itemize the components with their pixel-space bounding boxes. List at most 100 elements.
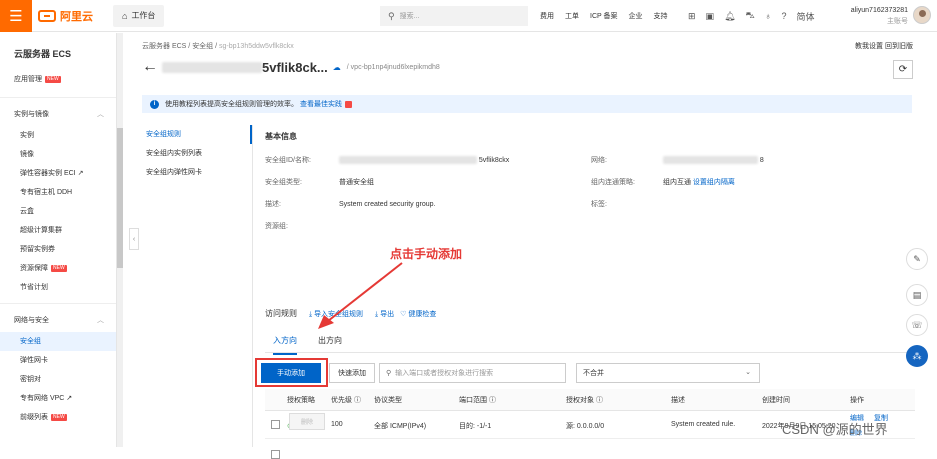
tag-field: 标签: <box>591 201 607 208</box>
help-icon[interactable]: ⓘ <box>596 397 603 404</box>
help-icon[interactable]: ? <box>782 11 787 21</box>
import-rules-button[interactable]: ⤓ 导入安全组规则 <box>309 309 363 319</box>
workbench-button[interactable]: ⌂ 工作台 <box>113 4 165 27</box>
sidebar-item-eci[interactable]: 弹性容器实例 ECI ↗ <box>0 164 116 183</box>
lang-switch[interactable]: 简体 <box>797 10 815 23</box>
sidebar-item-prefix[interactable]: 前缀列表 NEW <box>0 408 116 427</box>
bulk-delete-button[interactable]: 删除 <box>289 413 325 430</box>
sidebar-item-keypair[interactable]: 密钥对 <box>0 370 116 389</box>
bell-icon[interactable]: 🔔︎ <box>724 11 735 22</box>
sidebar-item-app-mgmt[interactable]: 应用管理 NEW <box>0 69 116 91</box>
page-title: 5vflik8ck... ☁ / vpc-bp1np4jnud6lxepikmd… <box>162 60 440 75</box>
redacted-text <box>162 62 262 73</box>
bulb-icon[interactable]: ♁ <box>765 11 772 21</box>
sidebar-item-cloudbox[interactable]: 云盒 <box>0 202 116 221</box>
external-link-icon: ↗ <box>77 170 84 177</box>
refresh-button[interactable]: ⟳ <box>893 60 913 79</box>
col-source: 授权对象 ⓘ <box>566 397 603 404</box>
main-content: 云服务器 ECS / 安全组 / sg-bp13h5ddw5vflk8ckx 教… <box>130 33 927 459</box>
breadcrumb-sg[interactable]: 安全组 <box>192 43 213 50</box>
book-icon[interactable]: ▤ <box>906 284 928 306</box>
col-policy: 授权策略 <box>287 397 315 404</box>
menu-icon[interactable]: ☰ <box>0 0 32 32</box>
top-icons: ⊞ ▣ 🔔︎ ⛍ ♁ ? 简体 <box>688 0 825 32</box>
col-port: 端口范围 ⓘ <box>459 397 496 404</box>
section-basic-info: 基本信息 <box>265 132 297 141</box>
tab-rules[interactable]: 安全组规则 <box>142 125 252 144</box>
detail-nav: 安全组规则 安全组内实例列表 安全组内弹性网卡 <box>142 125 252 182</box>
new-badge: NEW <box>45 75 61 83</box>
terminal-icon[interactable]: ▣ <box>706 11 715 22</box>
user-info[interactable]: aliyun7162373281 主账号 <box>846 5 908 27</box>
info-icon: i <box>150 99 159 109</box>
rule-search-input[interactable]: ⚲ 输入端口或者授权对象进行搜索 <box>379 363 566 383</box>
redacted-text <box>662 156 758 165</box>
watermark: CSDN @源的世界 <box>782 422 888 437</box>
access-rules-header: 访问规则 ⤓ 导入安全组规则 ⤓ 导出 ♡ 健康检查 <box>265 309 437 319</box>
sidebar-item-eni[interactable]: 弹性网卡 <box>0 351 116 370</box>
merge-select[interactable]: 不合并 ⌄ <box>576 363 760 383</box>
nav-fees[interactable]: 费用 <box>540 11 554 21</box>
sidebar-item-capacity[interactable]: 资源保障 NEW <box>0 259 116 278</box>
tab-instances[interactable]: 安全组内实例列表 <box>142 144 252 163</box>
quick-add-button[interactable]: 快速添加 <box>329 363 375 383</box>
health-check-button[interactable]: ♡ 健康检查 <box>400 309 436 319</box>
avatar[interactable] <box>913 6 931 24</box>
vpc-id: / vpc-bp1np4jnud6lxepikmdh8 <box>346 64 440 71</box>
sidebar-item-ri[interactable]: 预留实例券 <box>0 240 116 259</box>
help-icon[interactable]: ⓘ <box>489 397 496 404</box>
help-links[interactable]: 教我设置 回到旧版 <box>855 41 913 51</box>
nav-support[interactable]: 支持 <box>654 11 668 21</box>
new-badge: NEW <box>51 413 67 421</box>
sidebar-item-savings[interactable]: 节省计划 <box>0 278 116 297</box>
external-link-icon: ↗ <box>66 395 73 402</box>
rg-field: 资源组: <box>265 223 288 230</box>
cart-icon[interactable]: ⛍ <box>746 10 755 22</box>
cloud-icon: ☁ <box>332 63 341 72</box>
set-isolation-link[interactable]: 设置组内隔离 <box>693 179 735 186</box>
breadcrumb-current: sg-bp13h5ddw5vflk8ckx <box>219 43 294 50</box>
col-desc: 描述 <box>671 397 685 404</box>
annotation-text: 点击手动添加 <box>390 247 463 261</box>
redacted-text <box>338 156 477 165</box>
export-button[interactable]: ⤓ 导出 <box>375 309 394 319</box>
edit-icon[interactable]: ✎ <box>906 248 928 270</box>
search-icon: ⚲ <box>388 10 395 21</box>
sidebar: 云服务器 ECS 应用管理 NEW 实例与镜像 ︿ 实例 镜像 弹性容器实例 ECI… <box>0 33 117 447</box>
sidebar-item-images[interactable]: 镜像 <box>0 145 116 164</box>
sidebar-group-network[interactable]: 网络与安全 ︿ <box>0 310 116 332</box>
best-practice-link[interactable]: 查看最佳实践 <box>300 99 342 109</box>
sidebar-item-security-group[interactable]: 安全组 <box>0 332 116 351</box>
sidebar-item-vpc[interactable]: 专有网络 VPC ↗ <box>0 389 116 408</box>
scrollbar-thumb[interactable] <box>117 128 123 268</box>
sidebar-item-scc[interactable]: 超级计算集群 <box>0 221 116 240</box>
chat-icon[interactable]: ☏ <box>906 314 928 336</box>
select-all-checkbox[interactable] <box>271 450 280 459</box>
nav-tickets[interactable]: 工单 <box>565 11 579 21</box>
new-badge: NEW <box>51 264 67 272</box>
help-icon[interactable]: ⓘ <box>354 397 361 404</box>
apps-icon[interactable]: ⁂ <box>906 345 928 367</box>
grid-icon[interactable]: ⊞ <box>688 11 696 22</box>
sidebar-item-instances[interactable]: 实例 <box>0 126 116 145</box>
table-header: 授权策略 优先级 ⓘ 协议类型 端口范围 ⓘ 授权对象 ⓘ 描述 创建时间 操作 <box>265 389 915 411</box>
sidebar-item-ddh[interactable]: 专有宿主机 DDH <box>0 183 116 202</box>
tab-outbound[interactable]: 出方向 <box>318 335 342 346</box>
tab-inbound[interactable]: 入方向 <box>273 335 297 355</box>
row-checkbox[interactable] <box>271 420 280 429</box>
nav-icp[interactable]: ICP 备案 <box>590 11 618 21</box>
network-field: 网络: 8 <box>591 156 764 165</box>
intra-policy-field: 组内连通策略: 组内互通 设置组内隔离 <box>591 179 735 186</box>
back-arrow-icon[interactable]: ← <box>142 58 158 76</box>
nav-enterprise[interactable]: 企业 <box>629 11 643 21</box>
brand-logo[interactable]: 阿里云 <box>38 8 93 24</box>
sidebar-group-instances[interactable]: 实例与镜像 ︿ <box>0 104 116 126</box>
chevron-up-icon: ︿ <box>97 111 104 118</box>
global-search-input[interactable]: ⚲ 搜索... <box>380 6 528 26</box>
cell-port: 目的: -1/-1 <box>459 423 492 430</box>
tab-eni[interactable]: 安全组内弹性网卡 <box>142 163 252 182</box>
cell-protocol: 全部 ICMP(IPv4) <box>374 423 427 430</box>
breadcrumb-ecs[interactable]: 云服务器 ECS <box>142 43 186 50</box>
sidebar-scrollbar[interactable] <box>117 33 123 447</box>
chevron-up-icon: ︿ <box>97 317 104 324</box>
